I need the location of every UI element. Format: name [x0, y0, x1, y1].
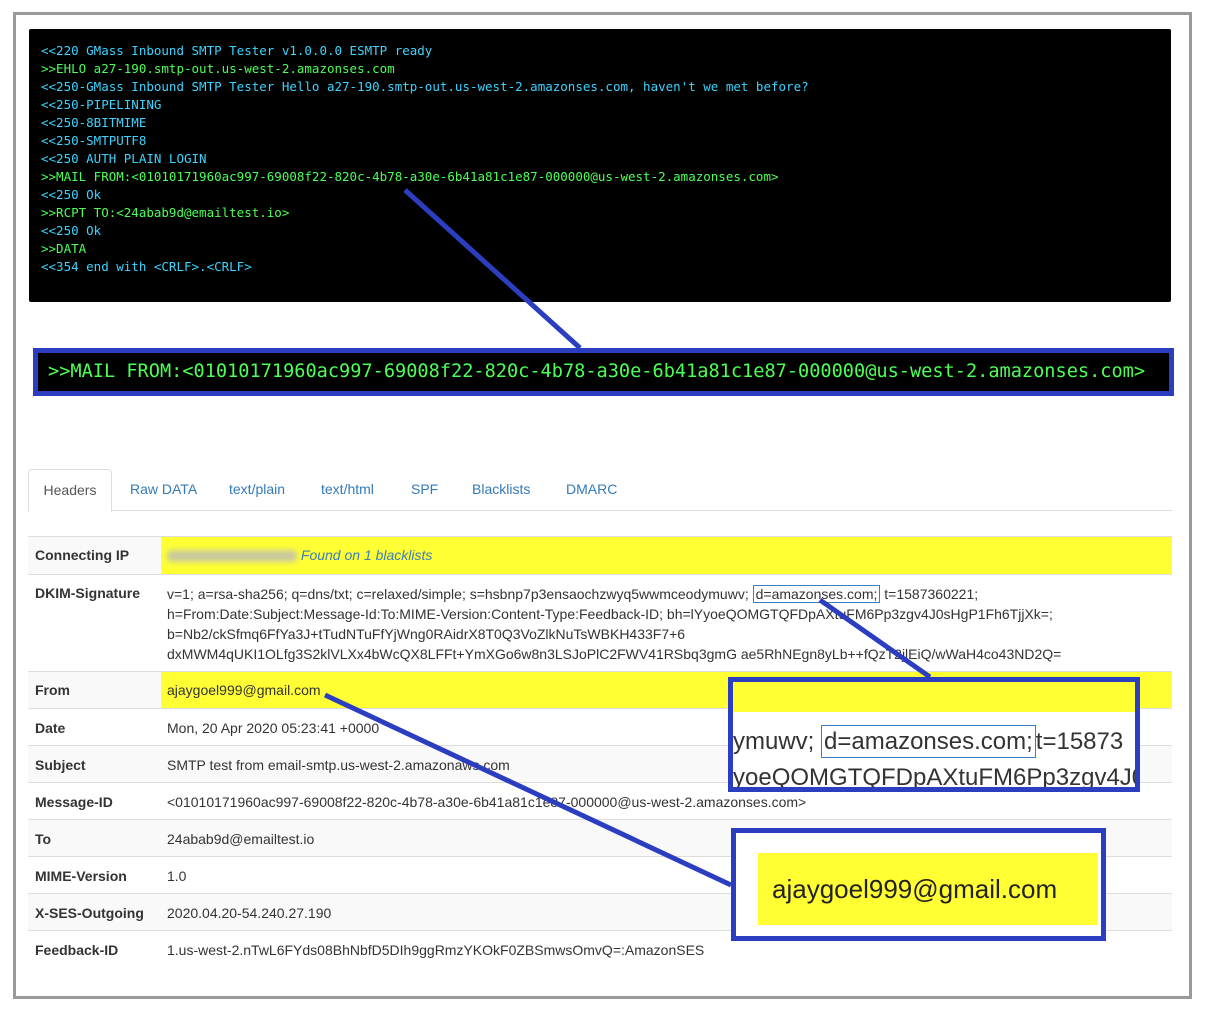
transcript-line: >>EHLO a27-190.smtp-out.us-west-2.amazon…: [41, 61, 395, 76]
value-subject: SMTP test from email-smtp.us-west-2.amaz…: [167, 757, 510, 773]
label-connecting-ip: Connecting IP: [35, 547, 130, 563]
callout-dkim-post: t=15873: [1035, 728, 1124, 755]
redacted-ip: [167, 550, 297, 563]
transcript-line: <<250-SMTPUTF8: [41, 133, 147, 148]
value-dkim: v=1; a=rsa-sha256; q=dns/txt; c=relaxed/…: [161, 575, 1172, 671]
tab-headers[interactable]: Headers: [28, 469, 112, 512]
dkim-line4: dxMWM4qUKI1OLfg3S2klVLXx4bWcQX8LFFt+YmXG…: [167, 646, 1062, 662]
transcript-line: <<250 Ok: [41, 223, 102, 238]
callout-dkim-pre: ymuwv;: [733, 728, 815, 755]
label-date: Date: [35, 720, 66, 736]
tab-text-plain[interactable]: text/plain: [229, 469, 285, 511]
value-x-ses-outgoing: 2020.04.20-54.240.27.190: [167, 905, 332, 921]
transcript-line: >>RCPT TO:<24abab9d@emailtest.io>: [41, 205, 290, 220]
callout-dkim-domain: d=amazonses.com;: [821, 725, 1036, 758]
label-from: From: [35, 682, 70, 698]
label-subject: Subject: [35, 757, 86, 773]
tab-spf[interactable]: SPF: [411, 469, 438, 511]
value-feedback-id: 1.us-west-2.nTwL6FYds08BhNbfD5DIh9ggRmzY…: [167, 942, 705, 958]
callout-highlight-band: [733, 682, 1135, 712]
row-connecting-ip: Connecting IP Found on 1 blacklists: [28, 536, 1172, 574]
value-mime-version: 1.0: [167, 868, 187, 884]
value-to: 24abab9d@emailtest.io: [167, 831, 315, 847]
value-message-id: <01010171960ac997-69008f22-820c-4b78-a30…: [167, 794, 807, 810]
value-connecting-ip: Found on 1 blacklists: [161, 537, 1172, 574]
transcript-line: >>MAIL FROM:<01010171960ac997-69008f22-8…: [41, 169, 779, 184]
dkim-line2: h=From:Date:Subject:Message-Id:To:MIME-V…: [167, 606, 1053, 622]
tab-dmarc[interactable]: DMARC: [566, 469, 617, 511]
dkim-line1-post: t=1587360221;: [884, 586, 979, 602]
header-tabs: Headers Raw DATA text/plain text/html SP…: [28, 469, 1172, 512]
transcript-line: <<250 AUTH PLAIN LOGIN: [41, 151, 207, 166]
label-mime-version: MIME-Version: [35, 868, 127, 884]
dkim-line1-pre: v=1; a=rsa-sha256; q=dns/txt; c=relaxed/…: [167, 586, 749, 602]
label-dkim: DKIM-Signature: [35, 585, 140, 601]
tab-text-html[interactable]: text/html: [321, 469, 374, 511]
transcript-line: <<354 end with <CRLF>.<CRLF>: [41, 259, 252, 274]
from-address-callout: ajaygoel999@gmail.com: [731, 828, 1106, 941]
dkim-line3: b=Nb2/ckSfmq6FfYa3J+tTudNTuFfYjWng0RAidr…: [167, 626, 686, 642]
callout-from-value: ajaygoel999@gmail.com: [758, 853, 1098, 925]
label-x-ses-outgoing: X-SES-Outgoing: [35, 905, 144, 921]
dkim-domain-highlight: d=amazonses.com;: [752, 585, 881, 603]
value-date: Mon, 20 Apr 2020 05:23:41 +0000: [167, 720, 380, 736]
transcript-line: <<220 GMass Inbound SMTP Tester v1.0.0.0…: [41, 43, 433, 58]
value-from: ajaygoel999@gmail.com: [167, 682, 321, 698]
transcript-line: <<250-PIPELINING: [41, 97, 162, 112]
transcript-line: >>DATA: [41, 241, 87, 256]
transcript-line: <<250 Ok: [41, 187, 102, 202]
tab-raw-data[interactable]: Raw DATA: [130, 469, 197, 511]
dkim-domain-callout: ymuwv; d=amazonses.com; t=15873 yoeQOMGTQ…: [728, 677, 1140, 792]
blacklist-note[interactable]: Found on 1 blacklists: [301, 547, 433, 563]
callout-dkim-line2: yoeQOMGTQFDpAXtuFM6Pp3zgv4J0: [733, 764, 1140, 791]
label-message-id: Message-ID: [35, 794, 113, 810]
label-feedback-id: Feedback-ID: [35, 942, 119, 958]
tab-blacklists[interactable]: Blacklists: [472, 469, 530, 511]
smtp-transcript: <<220 GMass Inbound SMTP Tester v1.0.0.0…: [29, 29, 1171, 302]
mail-from-callout: >>MAIL FROM:<01010171960ac997-69008f22-8…: [33, 348, 1174, 396]
transcript-line: <<250-8BITMIME: [41, 115, 147, 130]
transcript-line: <<250-GMass Inbound SMTP Tester Hello a2…: [41, 79, 809, 94]
label-to: To: [35, 831, 52, 847]
row-dkim: DKIM-Signature v=1; a=rsa-sha256; q=dns/…: [28, 574, 1172, 671]
